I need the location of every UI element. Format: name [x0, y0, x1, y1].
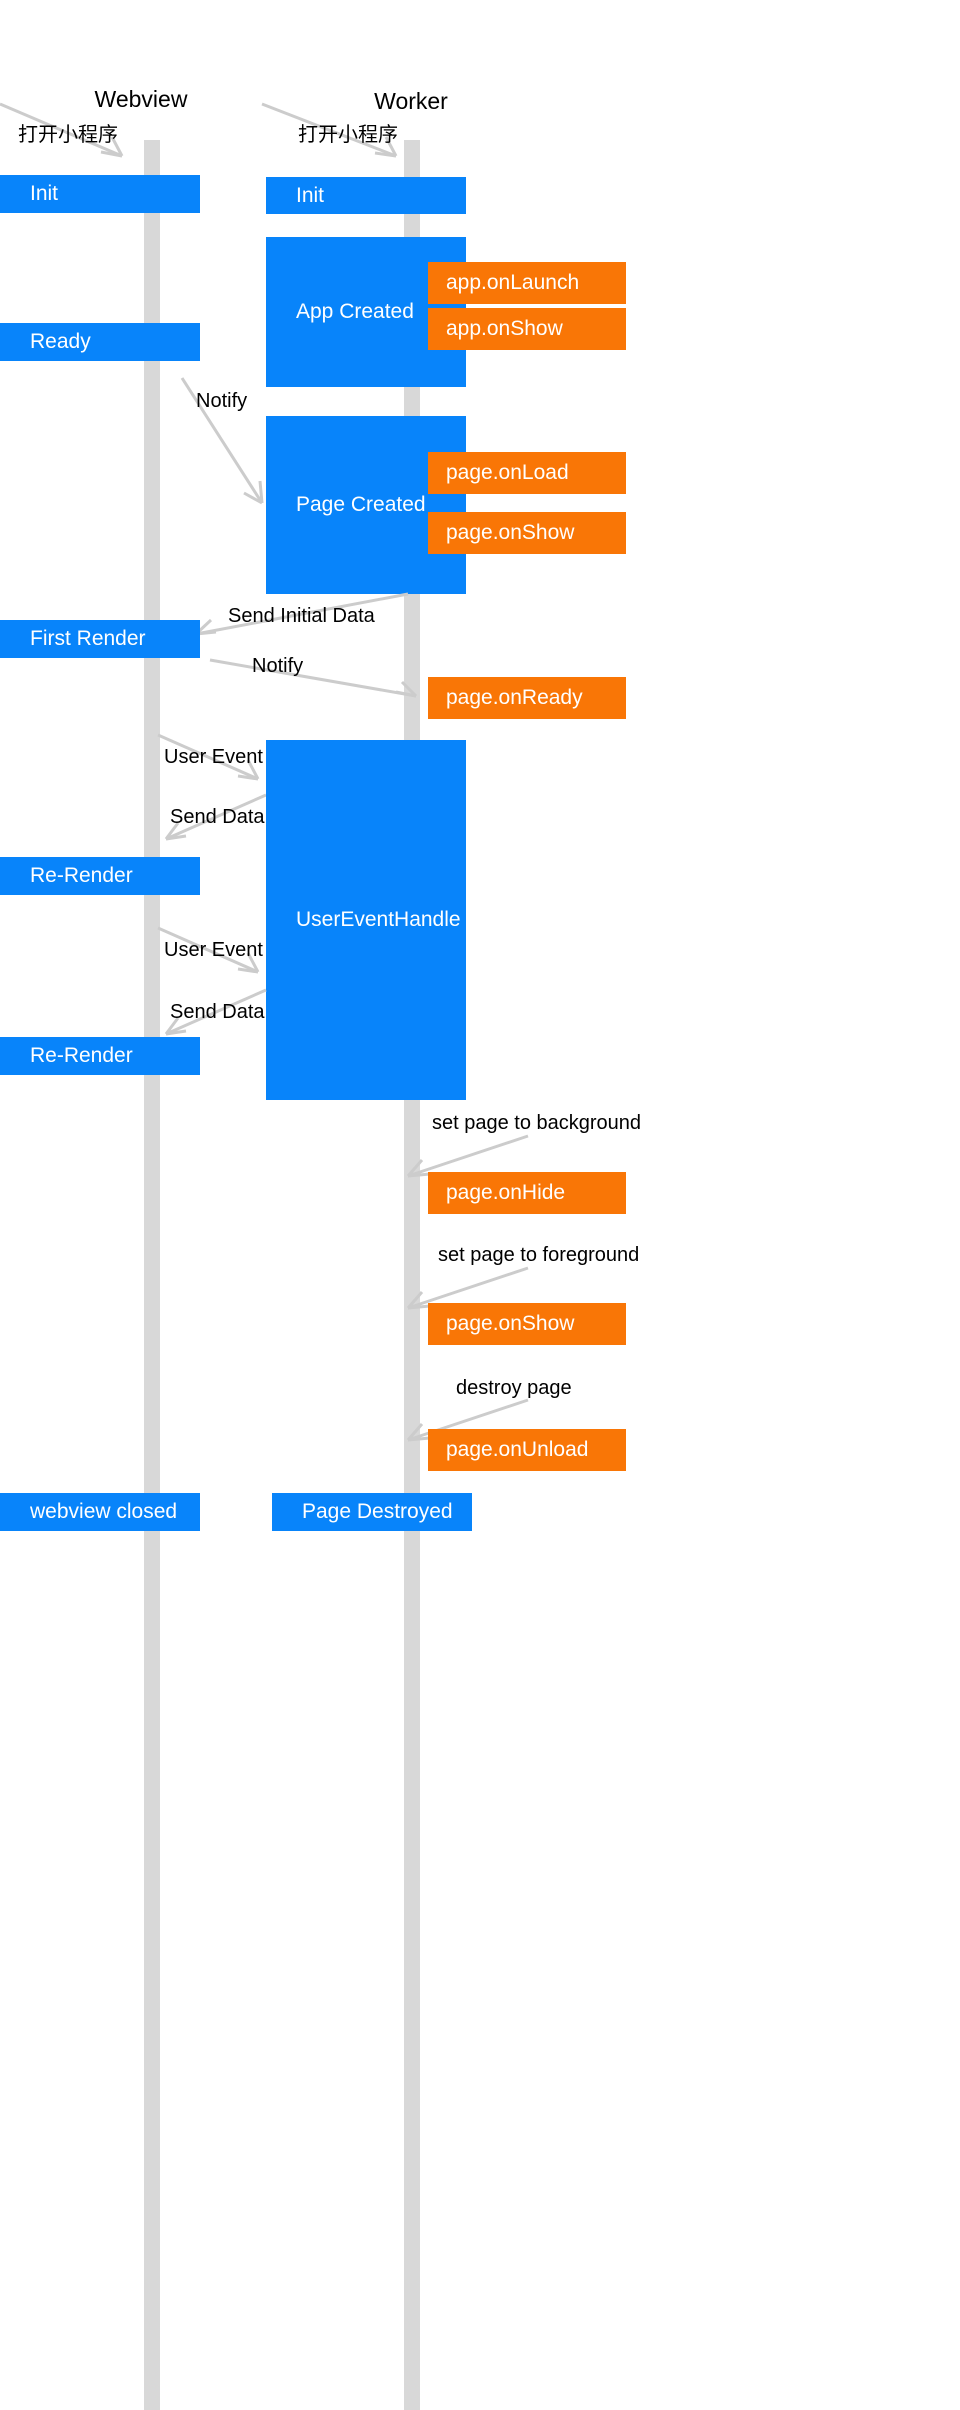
badge-page-onload[interactable]: page.onLoad — [428, 452, 626, 494]
block-worker-init[interactable]: Init — [266, 177, 466, 214]
arrow-label-user-event-1: User Event — [164, 746, 263, 768]
block-first-render[interactable]: First Render — [0, 620, 200, 658]
arrow-label-set-page-foreground: set page to foreground — [438, 1244, 640, 1266]
arrow-label-open-miniprogram-worker: 打开小程序 — [298, 124, 398, 146]
block-re-render-1[interactable]: Re-Render — [0, 857, 200, 895]
badge-page-onhide[interactable]: page.onHide — [428, 1172, 626, 1214]
badge-page-onshow-2[interactable]: page.onShow — [428, 1303, 626, 1345]
badge-page-onready[interactable]: page.onReady — [428, 677, 626, 719]
badge-app-onshow[interactable]: app.onShow — [428, 308, 626, 350]
block-webview-ready[interactable]: Ready — [0, 323, 200, 361]
badge-page-onunload[interactable]: page.onUnload — [428, 1429, 626, 1471]
sequence-diagram-canvas: Webview Worker 打开小程序 打开小程序 Init Init App… — [0, 0, 960, 2410]
badge-page-onshow-1[interactable]: page.onShow — [428, 512, 626, 554]
lifeline-webview — [144, 140, 160, 2410]
arrow-label-open-miniprogram-webview: 打开小程序 — [18, 124, 118, 146]
arrow-label-notify-page-ready: Notify — [252, 655, 304, 677]
block-user-event-handle[interactable]: UserEventHandle — [266, 740, 466, 1100]
arrow-label-send-data-1: Send Data — [170, 806, 265, 828]
block-webview-init[interactable]: Init — [0, 175, 200, 213]
arrow-label-send-data-2: Send Data — [170, 1001, 265, 1023]
arrow-label-destroy-page: destroy page — [456, 1377, 572, 1399]
block-page-destroyed[interactable]: Page Destroyed — [272, 1493, 472, 1531]
badge-app-onlaunch[interactable]: app.onLaunch — [428, 262, 626, 304]
arrow-label-send-initial-data: Send Initial Data — [228, 605, 375, 627]
arrow-label-set-page-background: set page to background — [432, 1112, 642, 1134]
block-re-render-2[interactable]: Re-Render — [0, 1037, 200, 1075]
arrow-label-user-event-2: User Event — [164, 939, 263, 961]
block-webview-closed[interactable]: webview closed — [0, 1493, 200, 1531]
block-page-created[interactable]: Page Created — [266, 416, 466, 594]
arrow-label-notify-page-created: Notify — [196, 390, 248, 412]
arrow-notify-page-ready — [209, 658, 418, 698]
